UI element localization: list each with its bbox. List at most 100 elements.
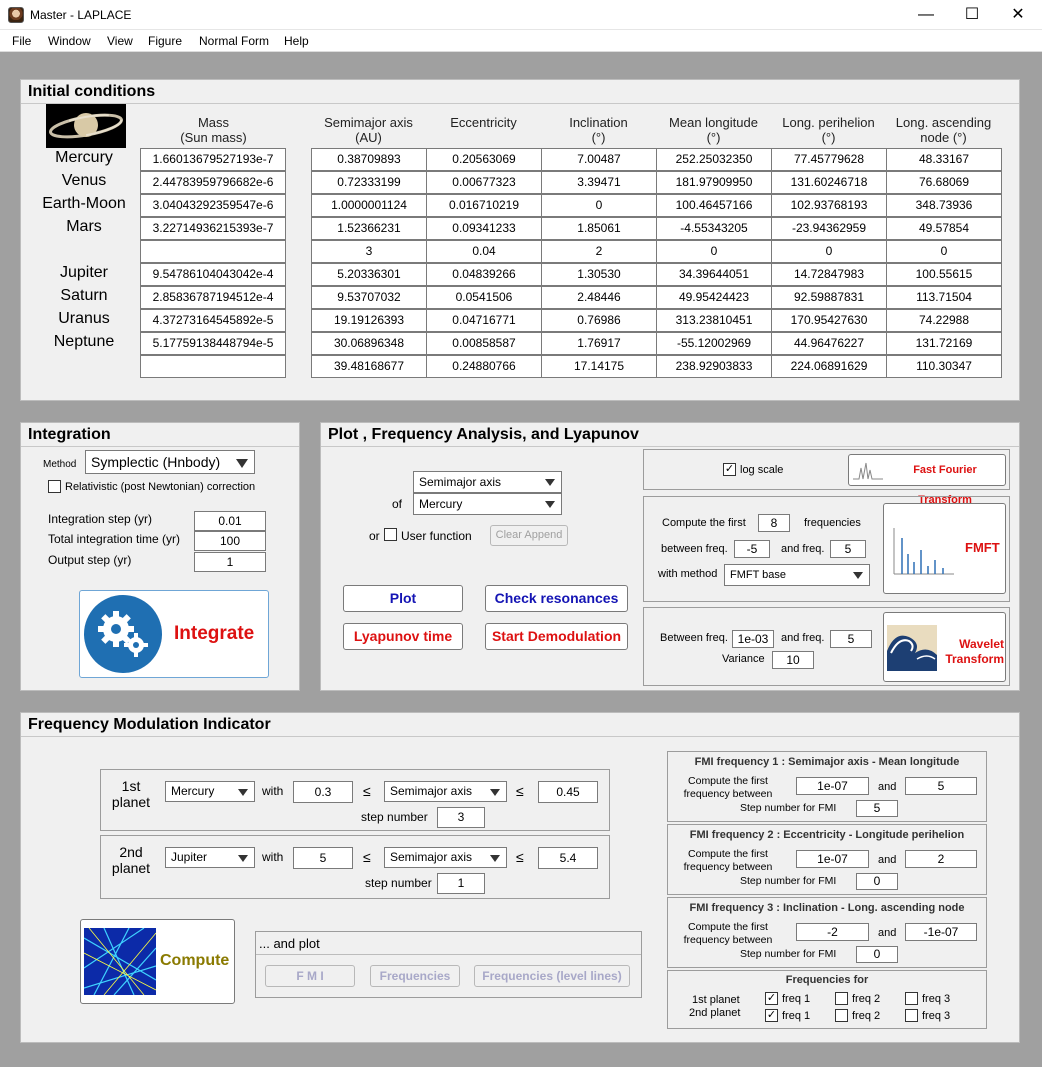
- orbit-cell[interactable]: 0.0541506: [426, 286, 542, 309]
- orbit-cell[interactable]: 110.30347: [886, 355, 1002, 378]
- orbit-cell[interactable]: 74.22988: [886, 309, 1002, 332]
- second-min-input[interactable]: 5: [293, 847, 353, 869]
- orbit-cell[interactable]: 39.48168677: [311, 355, 427, 378]
- menu-view[interactable]: View: [107, 34, 133, 48]
- integration-step-input[interactable]: 0.01: [194, 511, 266, 531]
- orbit-cell[interactable]: 0: [541, 194, 657, 217]
- mass-cell[interactable]: 3.22714936215393e-7: [140, 217, 286, 240]
- fmft-method-select[interactable]: FMFT base: [724, 564, 870, 586]
- first-freq1-checkbox[interactable]: ✓: [765, 992, 778, 1005]
- orbit-cell[interactable]: 3: [311, 240, 427, 263]
- orbit-cell[interactable]: 49.57854: [886, 217, 1002, 240]
- between-freq-input[interactable]: -5: [734, 540, 770, 558]
- orbit-cell[interactable]: -55.12002969: [656, 332, 772, 355]
- first-variable-select[interactable]: Semimajor axis: [384, 781, 507, 802]
- orbit-cell[interactable]: 238.92903833: [656, 355, 772, 378]
- orbit-cell[interactable]: 0.00677323: [426, 171, 542, 194]
- orbit-cell[interactable]: 9.53707032: [311, 286, 427, 309]
- menu-normal-form[interactable]: Normal Form: [199, 34, 269, 48]
- orbit-cell[interactable]: 102.93768193: [771, 194, 887, 217]
- mass-cell[interactable]: 9.54786104043042e-4: [140, 263, 286, 286]
- and-freq-input[interactable]: 5: [830, 540, 866, 558]
- mass-cell[interactable]: 4.37273164545892e-5: [140, 309, 286, 332]
- first-freq3-checkbox[interactable]: [905, 992, 918, 1005]
- variance-input[interactable]: 10: [772, 651, 814, 669]
- orbit-cell[interactable]: 0: [656, 240, 772, 263]
- fmi-frequency-1-min-input[interactable]: 1e-07: [796, 777, 869, 795]
- first-freq2-checkbox[interactable]: [835, 992, 848, 1005]
- plot-variable-select[interactable]: Semimajor axis: [413, 471, 562, 493]
- frequencies-level-lines-button[interactable]: Frequencies (level lines): [474, 965, 630, 987]
- wavelet-between-input[interactable]: 1e-03: [732, 630, 774, 648]
- second-planet-select[interactable]: Jupiter: [165, 847, 255, 868]
- mass-cell[interactable]: 1.66013679527193e-7: [140, 148, 286, 171]
- orbit-cell[interactable]: 2: [541, 240, 657, 263]
- orbit-cell[interactable]: 0.24880766: [426, 355, 542, 378]
- orbit-cell[interactable]: 49.95424423: [656, 286, 772, 309]
- orbit-cell[interactable]: 1.0000001124: [311, 194, 427, 217]
- orbit-cell[interactable]: 0.00858587: [426, 332, 542, 355]
- close-button[interactable]: ✕: [995, 0, 1041, 30]
- orbit-cell[interactable]: 7.00487: [541, 148, 657, 171]
- maximize-button[interactable]: ☐: [949, 0, 995, 30]
- integration-method-select[interactable]: Symplectic (Hnbody): [85, 450, 255, 474]
- orbit-cell[interactable]: -23.94362959: [771, 217, 887, 240]
- orbit-cell[interactable]: 100.46457166: [656, 194, 772, 217]
- mass-cell[interactable]: 3.04043292359547e-6: [140, 194, 286, 217]
- wavelet-and-input[interactable]: 5: [830, 630, 872, 648]
- compute-button[interactable]: Compute: [80, 919, 235, 1004]
- orbit-cell[interactable]: 170.95427630: [771, 309, 887, 332]
- second-step-input[interactable]: 1: [437, 873, 485, 894]
- relativistic-checkbox[interactable]: [48, 480, 61, 493]
- orbit-cell[interactable]: 131.60246718: [771, 171, 887, 194]
- plot-button[interactable]: Plot: [343, 585, 463, 612]
- fmi-frequency-2-step-input[interactable]: 0: [856, 873, 898, 890]
- orbit-cell[interactable]: 5.20336301: [311, 263, 427, 286]
- first-step-input[interactable]: 3: [437, 807, 485, 828]
- menu-file[interactable]: File: [12, 34, 31, 48]
- orbit-cell[interactable]: 34.39644051: [656, 263, 772, 286]
- fmi-plot-button[interactable]: F M I: [265, 965, 355, 987]
- fmi-frequency-3-step-input[interactable]: 0: [856, 946, 898, 963]
- wavelet-transform-button[interactable]: Wavelet Transform: [883, 612, 1006, 682]
- orbit-cell[interactable]: 30.06896348: [311, 332, 427, 355]
- orbit-cell[interactable]: 113.71504: [886, 286, 1002, 309]
- orbit-cell[interactable]: 3.39471: [541, 171, 657, 194]
- orbit-cell[interactable]: 1.85061: [541, 217, 657, 240]
- fmi-frequency-1-step-input[interactable]: 5: [856, 800, 898, 817]
- fmi-frequency-2-min-input[interactable]: 1e-07: [796, 850, 869, 868]
- orbit-cell[interactable]: 0.04: [426, 240, 542, 263]
- orbit-cell[interactable]: 131.72169: [886, 332, 1002, 355]
- orbit-cell[interactable]: 348.73936: [886, 194, 1002, 217]
- second-freq2-checkbox[interactable]: [835, 1009, 848, 1022]
- menu-figure[interactable]: Figure: [148, 34, 182, 48]
- orbit-cell[interactable]: 0.04839266: [426, 263, 542, 286]
- second-freq3-checkbox[interactable]: [905, 1009, 918, 1022]
- plot-planet-select[interactable]: Mercury: [413, 493, 562, 515]
- second-variable-select[interactable]: Semimajor axis: [384, 847, 507, 868]
- orbit-cell[interactable]: 181.97909950: [656, 171, 772, 194]
- first-max-input[interactable]: 0.45: [538, 781, 598, 803]
- mass-cell[interactable]: [140, 355, 286, 378]
- user-function-checkbox[interactable]: [384, 528, 397, 541]
- menu-help[interactable]: Help: [284, 34, 309, 48]
- orbit-cell[interactable]: 0: [771, 240, 887, 263]
- lyapunov-button[interactable]: Lyapunov time: [343, 623, 463, 650]
- orbit-cell[interactable]: 0.016710219: [426, 194, 542, 217]
- menu-window[interactable]: Window: [48, 34, 91, 48]
- mass-cell[interactable]: 5.17759138448794e-5: [140, 332, 286, 355]
- clear-append-button[interactable]: Clear Append: [490, 525, 568, 546]
- second-max-input[interactable]: 5.4: [538, 847, 598, 869]
- orbit-cell[interactable]: 1.30530: [541, 263, 657, 286]
- orbit-cell[interactable]: 2.48446: [541, 286, 657, 309]
- orbit-cell[interactable]: -4.55343205: [656, 217, 772, 240]
- orbit-cell[interactable]: 17.14175: [541, 355, 657, 378]
- second-freq1-checkbox[interactable]: ✓: [765, 1009, 778, 1022]
- integrate-button[interactable]: Integrate: [79, 590, 269, 678]
- orbit-cell[interactable]: 44.96476227: [771, 332, 887, 355]
- fmi-frequency-2-max-input[interactable]: 2: [905, 850, 977, 868]
- orbit-cell[interactable]: 0.20563069: [426, 148, 542, 171]
- frequencies-plot-button[interactable]: Frequencies: [370, 965, 460, 987]
- mass-cell[interactable]: 2.44783959796682e-6: [140, 171, 286, 194]
- total-time-input[interactable]: 100: [194, 531, 266, 551]
